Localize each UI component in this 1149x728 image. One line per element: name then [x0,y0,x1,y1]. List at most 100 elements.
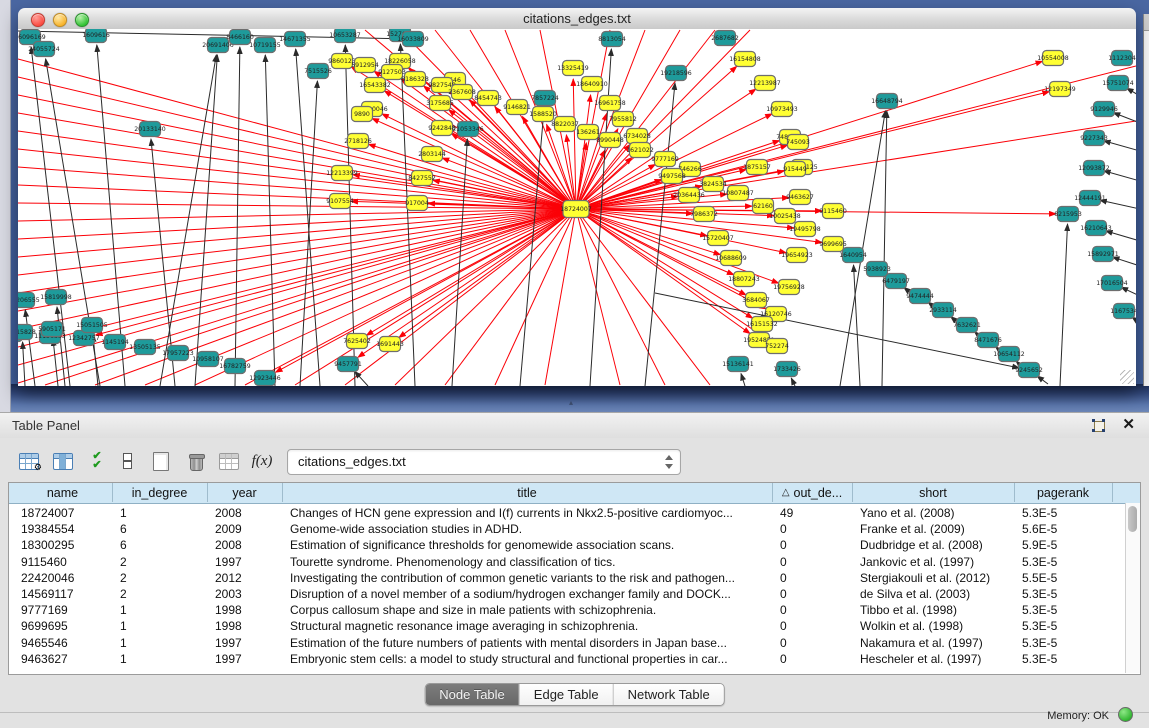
graph-node[interactable]: 7625402 [343,334,371,349]
table-cell[interactable]: 2 [112,570,207,586]
graph-node[interactable]: 7632621 [953,318,981,333]
row-display-icon[interactable] [114,448,140,474]
table-cell[interactable]: 9465546 [13,635,112,651]
graph-node[interactable]: 9497568 [658,169,686,184]
table-cell[interactable]: Hescheler et al. (1997) [852,651,1014,667]
graph-node[interactable]: 10807487 [722,186,754,201]
table-cell[interactable]: 5.6E-5 [1014,521,1112,537]
table-row[interactable]: 1872400712008Changes of HCN gene express… [9,505,1126,521]
select-rows-icon[interactable]: ✔✔ [84,448,110,474]
table-cell[interactable]: 5.5E-5 [1014,570,1112,586]
table-cell[interactable]: 1997 [207,554,282,570]
graph-node[interactable]: 16154808 [729,52,761,67]
table-cell[interactable]: 9777169 [13,602,112,618]
graph-node[interactable]: 9463627 [786,190,814,205]
table-row[interactable]: 946554611997Estimation of the future num… [9,635,1126,651]
close-panel-icon[interactable]: ✕ [1122,416,1135,434]
table-cell[interactable]: Jankovic et al. (1997) [852,554,1014,570]
table-cell[interactable]: 1 [112,635,207,651]
table-cell[interactable]: Stergiakouli et al. (2012) [852,570,1014,586]
table-row[interactable]: 977716911998Corpus callosum shape and si… [9,602,1126,618]
table-cell[interactable]: 2003 [207,586,282,602]
table-cell[interactable]: Embryonic stem cells: a model to study s… [282,651,772,667]
graph-node[interactable]: 8454743 [474,91,502,106]
table-cell[interactable]: 5.3E-5 [1014,651,1112,667]
table-vertical-scrollbar[interactable] [1125,503,1140,673]
table-cell[interactable]: 9115460 [13,554,112,570]
table-cell[interactable]: 2008 [207,537,282,553]
graph-node[interactable]: 2933114 [929,303,957,318]
table-cell[interactable]: 1 [112,618,207,634]
table-cell[interactable]: Disruption of a novel member of a sodium… [282,586,772,602]
table-cell[interactable]: Franke et al. (2009) [852,521,1014,537]
table-row[interactable]: 1456911722003Disruption of a novel membe… [9,586,1126,602]
table-cell[interactable]: 9463627 [13,651,112,667]
table-cell[interactable]: 14569117 [13,586,112,602]
graph-node[interactable]: 8990448 [596,133,624,148]
show-columns-icon[interactable] [50,448,76,474]
network-canvas[interactable]: 1609616924055724160961620691406846616010… [18,29,1136,386]
graph-node[interactable]: 15892971 [1087,247,1119,262]
graph-node[interactable]: 13505135 [129,340,161,355]
table-cell[interactable]: Yano et al. (2008) [852,505,1014,521]
table-cell[interactable]: 18300295 [13,537,112,553]
table-row[interactable]: 969969511998Structural magnetic resonanc… [9,618,1126,634]
graph-node[interactable]: 7857224 [531,91,559,106]
graph-node[interactable]: 12444191 [1074,191,1106,206]
window-resize-grip[interactable] [1120,370,1134,384]
table-cell[interactable]: 5.3E-5 [1014,586,1112,602]
graph-node[interactable]: 19218596 [660,66,692,81]
table-cell[interactable]: 1997 [207,635,282,651]
graph-node[interactable]: 7955812 [609,112,637,127]
table-cell[interactable]: 5.3E-5 [1014,635,1112,651]
column-header-pagerank[interactable]: pagerank [1014,483,1113,502]
graph-node[interactable]: 10688609 [715,251,747,266]
graph-node[interactable]: 16648794 [871,94,903,109]
memory-ok-indicator[interactable] [1118,707,1133,722]
graph-node[interactable]: 1609616 [82,29,110,43]
table-cell[interactable]: Structural magnetic resonance image aver… [282,618,772,634]
table-cell[interactable]: 22420046 [13,570,112,586]
table-cell[interactable]: 0 [772,570,852,586]
column-header-in_degree[interactable]: in_degree [112,483,208,502]
graph-node[interactable]: 3684067 [742,293,770,308]
table-cell[interactable]: 5.3E-5 [1014,554,1112,570]
graph-node[interactable]: 16210643 [1080,221,1112,236]
table-cell[interactable]: Wolkin et al. (1998) [852,618,1014,634]
graph-node[interactable]: 26206555 [18,293,40,308]
table-cell[interactable]: 1 [112,651,207,667]
scrollbar-thumb[interactable] [1128,506,1137,532]
table-cell[interactable]: Nakamura et al. (1997) [852,635,1014,651]
table-cell[interactable]: 0 [772,602,852,618]
graph-node[interactable]: 18807243 [728,272,760,287]
graph-node[interactable]: 9227343 [1080,131,1108,146]
table-cell[interactable]: 5.3E-5 [1014,618,1112,634]
table-cell[interactable]: 2009 [207,521,282,537]
table-cell[interactable]: 1998 [207,618,282,634]
graph-node[interactable]: 1875157 [743,160,771,175]
graph-node[interactable]: 12923446 [249,371,281,386]
graph-node[interactable]: 745093 [786,135,810,150]
table-cell[interactable]: 5.9E-5 [1014,537,1112,553]
zoom-window-button[interactable] [75,13,89,27]
graph-node[interactable]: 9245652 [1015,363,1043,378]
create-table-icon[interactable] [148,448,174,474]
table-cell[interactable]: Estimation of the future numbers of pati… [282,635,772,651]
table-cell[interactable]: Changes of HCN gene expression and I(f) … [282,505,772,521]
graph-node[interactable]: 8813054 [598,32,626,47]
graph-node[interactable]: 1621022 [626,143,654,158]
table-cell[interactable]: 0 [772,537,852,553]
graph-node[interactable]: 752274 [765,339,789,354]
table-cell[interactable]: 1997 [207,651,282,667]
table-cell[interactable]: 1 [112,602,207,618]
column-header-title[interactable]: title [282,483,773,502]
table-cell[interactable]: Investigating the contribution of common… [282,570,772,586]
table-cell[interactable]: 0 [772,554,852,570]
graph-node[interactable]: 13325419 [557,61,589,76]
table-cell[interactable]: de Silva et al. (2003) [852,586,1014,602]
graph-node[interactable]: 1112304 [1108,51,1136,66]
graph-node[interactable]: 9699695 [819,237,847,252]
graph-node[interactable]: 7515526 [304,64,332,79]
graph-node[interactable]: 9457791 [334,357,362,372]
graph-node[interactable]: 8427552 [408,171,436,186]
